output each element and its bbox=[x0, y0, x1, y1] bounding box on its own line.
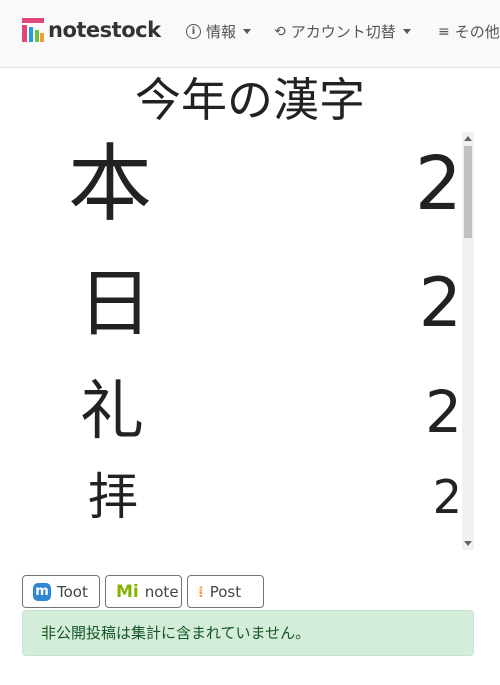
kanji-char: 日 bbox=[78, 261, 152, 347]
post-button-label: Post bbox=[209, 582, 242, 601]
toot-button-label: Toot bbox=[57, 582, 88, 601]
nav-other-label: その他 bbox=[454, 23, 500, 41]
page-title: 今年の漢字 bbox=[135, 73, 365, 127]
kanji-char: 拝 bbox=[88, 468, 138, 526]
note-button-label: note bbox=[144, 582, 179, 601]
nav-info-label: 情報 bbox=[206, 23, 237, 41]
navbar: notestock i 情報 ⟲ アカウント切替 ≡ その他 bbox=[0, 0, 500, 68]
kanji-count: 2 bbox=[425, 378, 462, 446]
misskey-icon: Mi bbox=[116, 581, 139, 602]
mastodon-icon: m bbox=[33, 582, 51, 601]
nav-account-switch-dropdown[interactable]: ⟲ アカウント切替 bbox=[274, 21, 411, 42]
nav-account-switch-label: アカウント切替 bbox=[290, 23, 396, 41]
notestock-logo-icon bbox=[22, 18, 44, 42]
kanji-count: 2 bbox=[432, 470, 462, 524]
nav-other-dropdown[interactable]: ≡ その他 bbox=[438, 21, 500, 42]
toot-button[interactable]: m Toot bbox=[22, 575, 100, 608]
post-button[interactable]: ⁞ Post bbox=[187, 575, 264, 608]
list-item: 本 2 bbox=[22, 132, 462, 236]
private-posts-alert: 非公開投稿は集計に含まれていません。 bbox=[22, 610, 474, 656]
caret-down-icon bbox=[243, 29, 252, 34]
info-icon: i bbox=[186, 24, 201, 39]
brand-logo[interactable]: notestock bbox=[22, 18, 161, 42]
scroll-up-arrow-icon[interactable] bbox=[464, 136, 472, 141]
list-item: 礼 2 bbox=[22, 372, 462, 452]
kanji-count: 2 bbox=[418, 264, 462, 343]
caret-down-icon bbox=[402, 29, 411, 34]
list-scrollbar[interactable] bbox=[462, 132, 474, 550]
list-item: 日 2 bbox=[22, 258, 462, 352]
post-icon: ⁞ bbox=[198, 582, 204, 601]
account-switch-icon: ⟲ bbox=[274, 23, 286, 40]
scroll-thumb[interactable] bbox=[464, 146, 472, 238]
kanji-ranking-list[interactable]: 本 2 日 2 礼 2 拝 2 bbox=[22, 132, 474, 550]
kanji-count: 2 bbox=[414, 141, 462, 227]
scroll-down-arrow-icon[interactable] bbox=[464, 541, 472, 546]
menu-icon: ≡ bbox=[438, 23, 450, 40]
brand-name: notestock bbox=[48, 18, 161, 42]
kanji-char: 礼 bbox=[80, 375, 144, 449]
kanji-char: 本 bbox=[68, 135, 153, 233]
list-item: 拝 2 bbox=[22, 466, 462, 528]
nav-info-dropdown[interactable]: i 情報 bbox=[186, 21, 252, 42]
note-button[interactable]: Mi note bbox=[105, 575, 182, 608]
